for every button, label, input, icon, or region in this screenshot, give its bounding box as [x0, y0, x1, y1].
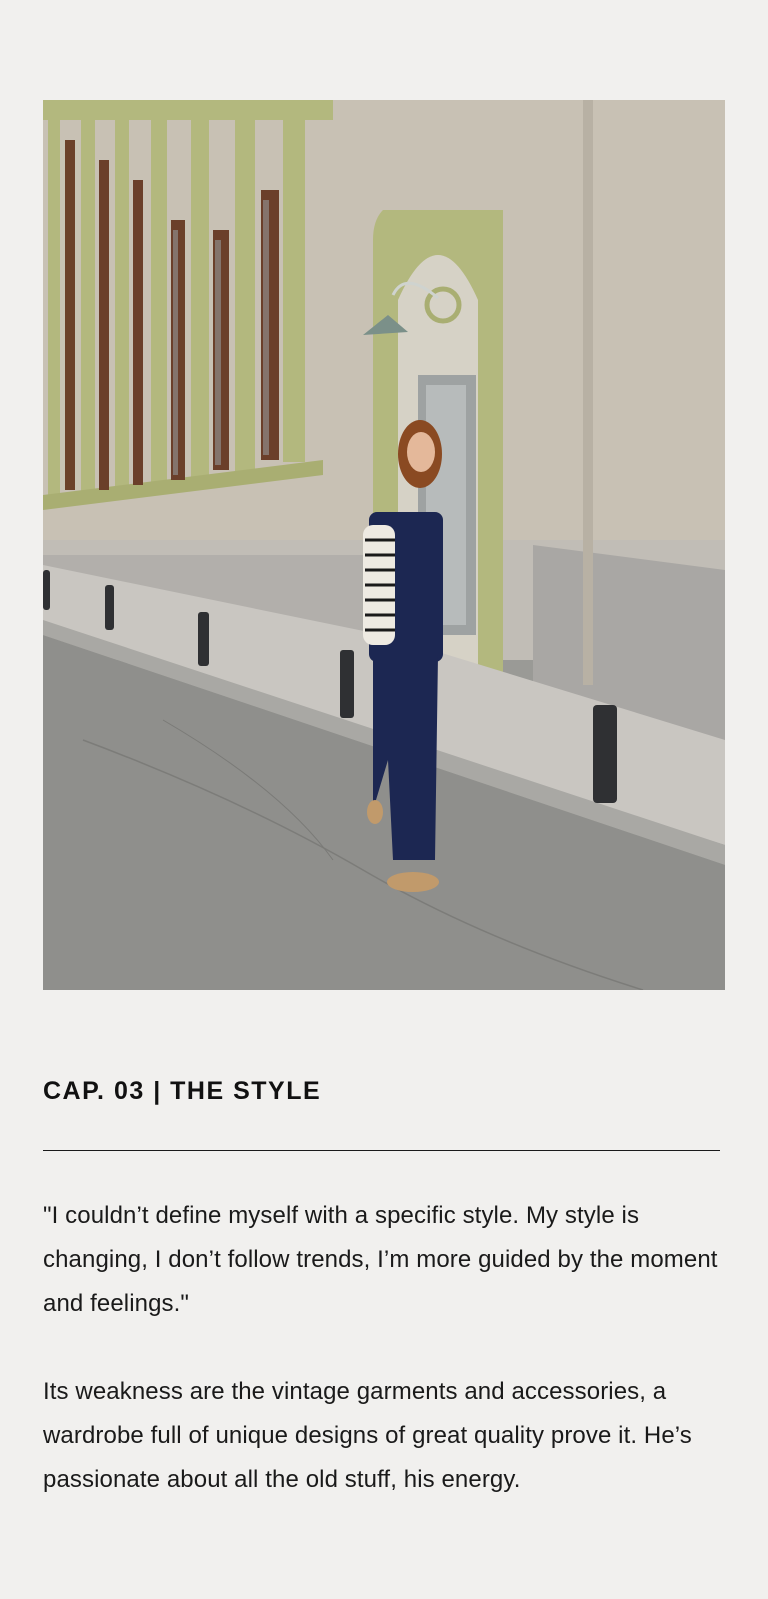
- street-scene-image: [43, 100, 725, 990]
- body-paragraph: Its weakness are the vintage garments an…: [43, 1378, 692, 1493]
- hero-photo: [43, 100, 725, 990]
- divider: [43, 1150, 720, 1151]
- chapter-title: CAP. 03 | THE STYLE: [43, 1077, 322, 1105]
- quote-paragraph: "I couldn’t define myself with a specifi…: [43, 1202, 718, 1317]
